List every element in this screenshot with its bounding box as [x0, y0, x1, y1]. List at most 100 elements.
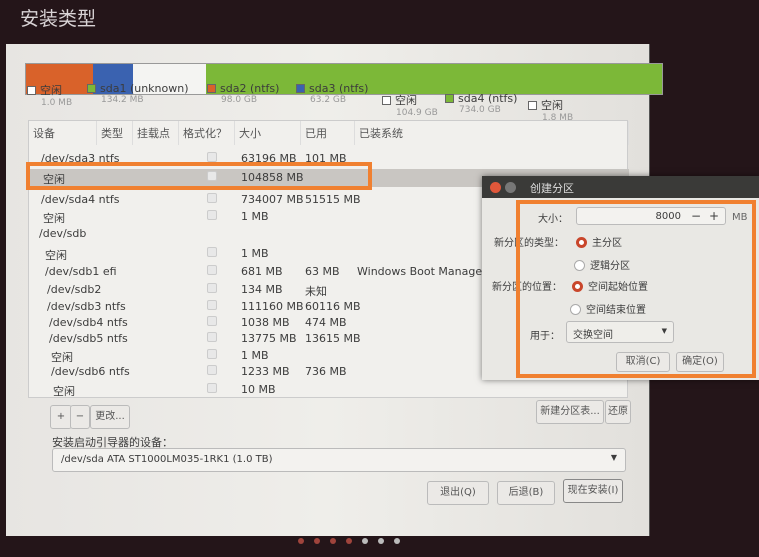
add-partition-button[interactable]: + [50, 405, 72, 429]
column-header[interactable]: 设备 [29, 121, 97, 145]
change-partition-button[interactable]: 更改... [90, 405, 130, 429]
step-dot [378, 538, 384, 544]
legend-swatch [87, 84, 96, 93]
legend-size: 734.0 GB [459, 105, 501, 115]
legend-label: 空闲 [541, 99, 563, 112]
bootloader-device-select[interactable]: /dev/sda ATA ST1000LM035-1RK1 (1.0 TB) ▼ [52, 448, 626, 472]
format-checkbox[interactable] [207, 316, 217, 326]
step-dot [330, 538, 336, 544]
size-cell: 1233 MB [241, 365, 290, 378]
legend-swatch [382, 96, 391, 105]
size-cell: 681 MB [241, 265, 283, 278]
highlight-box-dialog [516, 200, 756, 378]
legend-item: sda4 (ntfs) 734.0 GB [445, 92, 517, 115]
format-checkbox[interactable] [207, 300, 217, 310]
table-row[interactable]: 空闲 10 MB [29, 381, 629, 399]
used-cell: 51515 MB [305, 193, 361, 206]
new-partition-table-button[interactable]: 新建分区表... [536, 400, 604, 424]
bootloader-device-value: /dev/sda ATA ST1000LM035-1RK1 (1.0 TB) [61, 454, 273, 465]
format-checkbox[interactable] [207, 365, 217, 375]
legend-swatch [296, 84, 305, 93]
size-cell: 13775 MB [241, 332, 297, 345]
used-cell: 未知 [305, 285, 327, 298]
legend-size: 98.0 GB [221, 95, 258, 105]
format-checkbox[interactable] [207, 265, 217, 275]
step-dot [362, 538, 368, 544]
legend-item: 空闲 1.0 MB [27, 82, 72, 108]
size-cell: 1 MB [241, 247, 269, 260]
legend-swatch [528, 101, 537, 110]
minimize-icon[interactable] [505, 182, 516, 193]
used-cell: 474 MB [305, 316, 347, 329]
close-icon[interactable] [490, 182, 501, 193]
format-checkbox[interactable] [207, 332, 217, 342]
legend-label: sda2 (ntfs) [220, 82, 280, 95]
install-now-button[interactable]: 现在安装(I) [563, 479, 623, 503]
device-cell: /dev/sdb2 [47, 283, 102, 296]
size-cell: 134 MB [241, 283, 283, 296]
device-cell: /dev/sdb [39, 227, 87, 240]
device-cell: /dev/sdb6 ntfs [51, 365, 130, 378]
column-header[interactable]: 格式化？ [179, 121, 235, 145]
back-button[interactable]: 后退(B) [497, 481, 555, 505]
step-dot [394, 538, 400, 544]
legend-item: sda1 (unknown) 134.2 MB [87, 82, 189, 105]
legend-size: 63.2 GB [310, 95, 347, 105]
highlight-box-free-space [26, 162, 372, 190]
used-cell: 13615 MB [305, 332, 361, 345]
column-header[interactable]: 大小 [235, 121, 301, 145]
legend-label: sda4 (ntfs) [458, 92, 518, 105]
remove-partition-button[interactable]: − [70, 405, 90, 429]
legend-swatch [445, 94, 454, 103]
legend-size: 1.0 MB [41, 98, 73, 108]
format-checkbox[interactable] [207, 383, 217, 393]
size-cell: 734007 MB [241, 193, 304, 206]
step-dot [298, 538, 304, 544]
device-cell: /dev/sda4 ntfs [41, 193, 120, 206]
step-dot [346, 538, 352, 544]
device-cell: 空闲 [43, 212, 65, 225]
legend-size: 134.2 MB [101, 95, 144, 105]
format-checkbox[interactable] [207, 193, 217, 203]
dropdown-arrow-icon: ▼ [610, 453, 617, 462]
revert-button[interactable]: 还原 [605, 400, 631, 424]
size-cell: 111160 MB [241, 300, 304, 313]
used-cell: 63 MB [305, 265, 340, 278]
legend-item: sda2 (ntfs) 98.0 GB [207, 82, 279, 105]
quit-button[interactable]: 退出(Q) [427, 481, 489, 505]
device-cell: 空闲 [53, 385, 75, 398]
dialog-title: 创建分区 [530, 182, 574, 195]
column-header[interactable]: 类型 [97, 121, 133, 145]
system-cell: Windows Boot Manager [357, 265, 487, 278]
legend-item: 空闲 104.9 GB [382, 92, 438, 118]
legend-label: 空闲 [40, 84, 62, 97]
device-cell: /dev/sdb4 ntfs [49, 316, 128, 329]
step-dot [314, 538, 320, 544]
column-header[interactable]: 已用 [301, 121, 355, 145]
format-checkbox[interactable] [207, 152, 217, 162]
size-cell: 1038 MB [241, 316, 290, 329]
legend-item: sda3 (ntfs) 63.2 GB [296, 82, 368, 105]
column-header[interactable]: 挂载点 [133, 121, 179, 145]
device-cell: 空闲 [45, 249, 67, 262]
legend-label: 空闲 [395, 94, 417, 107]
dialog-titlebar: 创建分区 [482, 176, 759, 198]
size-cell: 10 MB [241, 383, 276, 396]
used-cell: 736 MB [305, 365, 347, 378]
size-cell: 1 MB [241, 210, 269, 223]
format-checkbox[interactable] [207, 247, 217, 257]
legend-size: 104.9 GB [396, 108, 438, 118]
column-header[interactable]: 已装系统 [355, 121, 629, 145]
used-cell: 60116 MB [305, 300, 361, 313]
device-cell: /dev/sdb5 ntfs [49, 332, 128, 345]
device-cell: /dev/sdb1 efi [45, 265, 117, 278]
legend-swatch [27, 86, 36, 95]
format-checkbox[interactable] [207, 210, 217, 220]
format-checkbox[interactable] [207, 283, 217, 293]
legend-label: sda3 (ntfs) [309, 82, 369, 95]
legend-swatch [207, 84, 216, 93]
format-checkbox[interactable] [207, 349, 217, 359]
size-cell: 1 MB [241, 349, 269, 362]
page-title: 安装类型 [20, 8, 97, 30]
device-cell: /dev/sdb3 ntfs [47, 300, 126, 313]
